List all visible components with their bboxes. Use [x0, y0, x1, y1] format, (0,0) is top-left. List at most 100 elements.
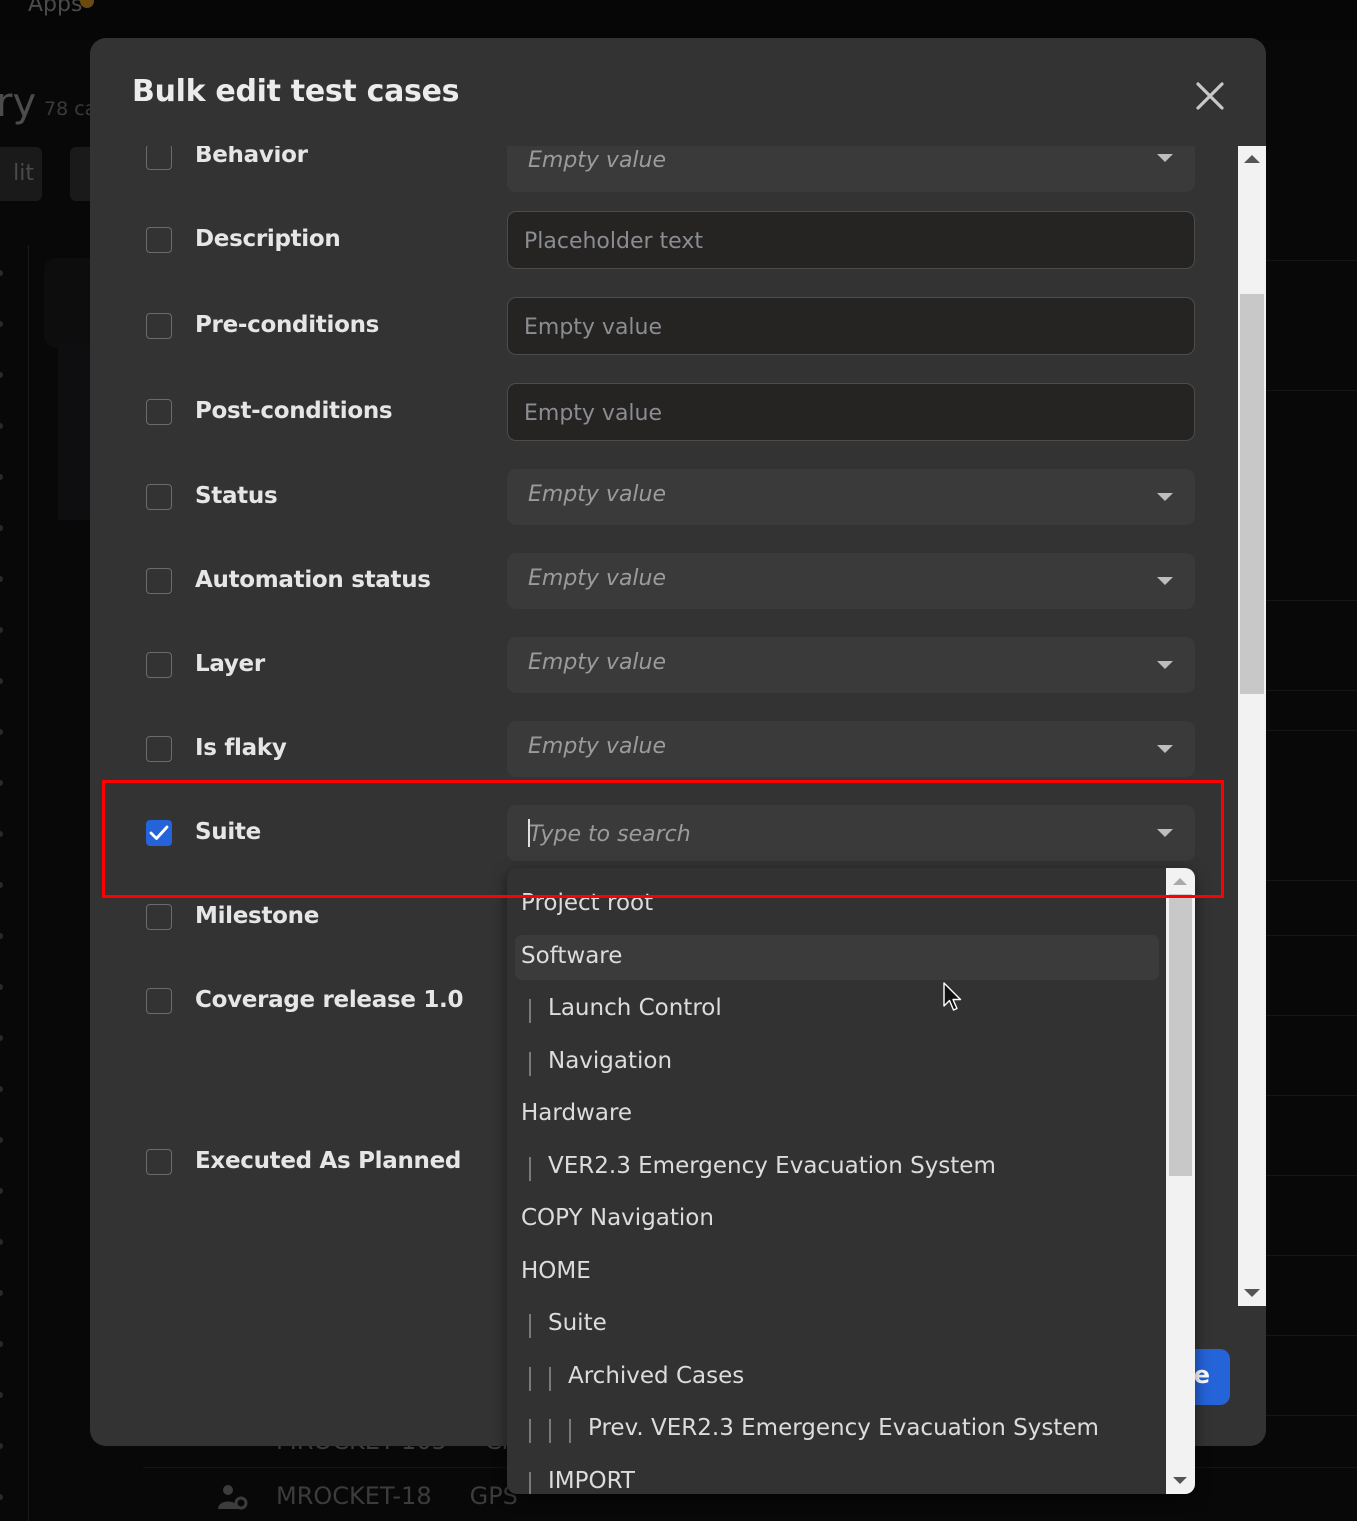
suite-option[interactable]: Archived Cases: [515, 1355, 1159, 1400]
tree-indent-bar: [549, 1419, 551, 1443]
is-flaky-checkbox[interactable]: [146, 736, 172, 762]
background-sidebar-marker: [0, 474, 3, 480]
background-sidebar-divider: [28, 245, 29, 1521]
description-field-wrapper: [507, 211, 1195, 270]
layer-value: Empty value: [528, 650, 667, 675]
modal-scrollbar[interactable]: [1238, 146, 1266, 1306]
automation-status-select[interactable]: Empty value: [507, 553, 1195, 609]
suite-option-label: Software: [521, 942, 623, 969]
background-sidebar-marker: [0, 1290, 3, 1296]
tree-indent-bar: [529, 1419, 531, 1443]
behavior-select[interactable]: Empty value: [507, 146, 1195, 192]
apps-menu[interactable]: Apps: [28, 0, 82, 17]
suite-option[interactable]: Prev. VER2.3 Emergency Evacuation System: [515, 1407, 1159, 1452]
scroll-down-arrow-icon[interactable]: [1173, 1477, 1187, 1484]
suite-checkbox[interactable]: [146, 820, 172, 846]
tree-indent-bar: [529, 1314, 531, 1338]
background-sidebar-marker: [0, 1392, 3, 1398]
background-sidebar-marker: [0, 1035, 3, 1041]
preconditions-checkbox[interactable]: [146, 313, 172, 339]
background-sidebar-marker: [0, 1239, 3, 1245]
modal-scrollbar-thumb[interactable]: [1240, 294, 1264, 694]
status-checkbox[interactable]: [146, 484, 172, 510]
scroll-up-arrow-icon[interactable]: [1244, 155, 1260, 163]
automation-status-checkbox[interactable]: [146, 568, 172, 594]
field-row-description: Description: [90, 211, 1238, 271]
background-list-row[interactable]: MROCKET-18 GPS: [218, 1482, 518, 1510]
background-edit-button[interactable]: lit: [0, 147, 42, 201]
suite-search-input[interactable]: [527, 805, 1131, 863]
suite-option-label: Prev. VER2.3 Emergency Evacuation System: [588, 1415, 1099, 1441]
background-sidebar-marker: [0, 1137, 3, 1143]
suite-option[interactable]: Hardware: [515, 1092, 1159, 1137]
suite-option[interactable]: Launch Control: [515, 987, 1159, 1032]
tree-indent-bar: [529, 1156, 531, 1181]
postconditions-field-wrapper: [507, 383, 1195, 442]
preconditions-input[interactable]: [522, 298, 1176, 356]
coverage-release-label: Coverage release 1.0: [195, 987, 464, 1013]
background-sidebar-marker: [0, 1188, 3, 1194]
status-select[interactable]: Empty value: [507, 469, 1195, 525]
background-page-title: ry: [0, 80, 37, 126]
description-input[interactable]: [522, 212, 1176, 270]
suite-options-list: Project root Software Launch Control Naviga…: [507, 868, 1167, 1494]
behavior-label: Behavior: [195, 146, 308, 168]
layer-checkbox[interactable]: [146, 652, 172, 678]
behavior-checkbox[interactable]: [146, 146, 172, 170]
field-row-is-flaky: Is flaky Empty value: [90, 721, 1238, 781]
suite-option[interactable]: HOME: [515, 1250, 1159, 1295]
field-row-suite: Suite: [90, 805, 1238, 865]
background-sidebar-marker: [0, 423, 3, 429]
suite-option[interactable]: VER2.3 Emergency Evacuation System: [515, 1145, 1159, 1190]
suite-option[interactable]: Navigation: [515, 1040, 1159, 1085]
preconditions-field-wrapper: [507, 297, 1195, 356]
chevron-down-icon: [1157, 745, 1173, 753]
suite-option-label: Navigation: [548, 1047, 673, 1074]
coverage-release-checkbox[interactable]: [146, 988, 172, 1014]
executed-as-planned-label: Executed As Planned: [195, 1148, 462, 1174]
dropdown-scrollbar-thumb[interactable]: [1169, 894, 1192, 1176]
suite-option[interactable]: Suite: [515, 1302, 1159, 1347]
is-flaky-select[interactable]: Empty value: [507, 721, 1195, 777]
background-row-divider: [1266, 1015, 1357, 1016]
suite-option-label: Archived Cases: [568, 1362, 745, 1389]
suite-option-label: Project root: [521, 890, 654, 916]
background-sidebar-marker: [0, 270, 3, 276]
milestone-label: Milestone: [195, 903, 320, 929]
suite-select[interactable]: [507, 805, 1195, 863]
status-label: Status: [195, 483, 278, 509]
layer-select[interactable]: Empty value: [507, 637, 1195, 693]
background-sidebar-marker: [0, 984, 3, 990]
modal-title: Bulk edit test cases: [132, 74, 460, 109]
suite-option[interactable]: Software: [515, 934, 1159, 980]
postconditions-input[interactable]: [522, 384, 1176, 442]
user-gear-icon: [218, 1484, 248, 1510]
postconditions-checkbox[interactable]: [146, 399, 172, 425]
description-checkbox[interactable]: [146, 227, 172, 253]
background-sidebar-marker: [0, 882, 3, 888]
chevron-down-icon: [1157, 661, 1173, 669]
scroll-up-arrow-icon[interactable]: [1173, 878, 1187, 885]
suite-option[interactable]: Project root: [515, 882, 1159, 927]
field-row-layer: Layer Empty value: [90, 637, 1238, 697]
background-row-divider: [1266, 690, 1357, 691]
milestone-checkbox[interactable]: [146, 904, 172, 930]
background-top-bar: [0, 0, 1357, 40]
checkmark-icon: [149, 825, 169, 840]
background-sidebar-marker: [0, 678, 3, 684]
suite-option[interactable]: IMPORT: [515, 1460, 1159, 1494]
background-row-divider: [1266, 1095, 1357, 1096]
background-sidebar-marker: [0, 780, 3, 786]
dropdown-scrollbar[interactable]: [1166, 868, 1195, 1494]
tree-indent-bar: [529, 1051, 531, 1076]
background-row-divider: [1266, 730, 1357, 731]
suite-option[interactable]: COPY Navigation: [515, 1197, 1159, 1242]
scroll-down-arrow-icon[interactable]: [1244, 1289, 1260, 1297]
close-button[interactable]: [1190, 76, 1230, 116]
is-flaky-label: Is flaky: [195, 735, 287, 761]
executed-as-planned-checkbox[interactable]: [146, 1149, 172, 1175]
tree-indent-bar: [549, 1366, 551, 1391]
background-row-divider: [1266, 1335, 1357, 1336]
background-row-divider: [1266, 935, 1357, 936]
suite-dropdown-menu: Project root Software Launch Control Naviga…: [507, 868, 1195, 1494]
